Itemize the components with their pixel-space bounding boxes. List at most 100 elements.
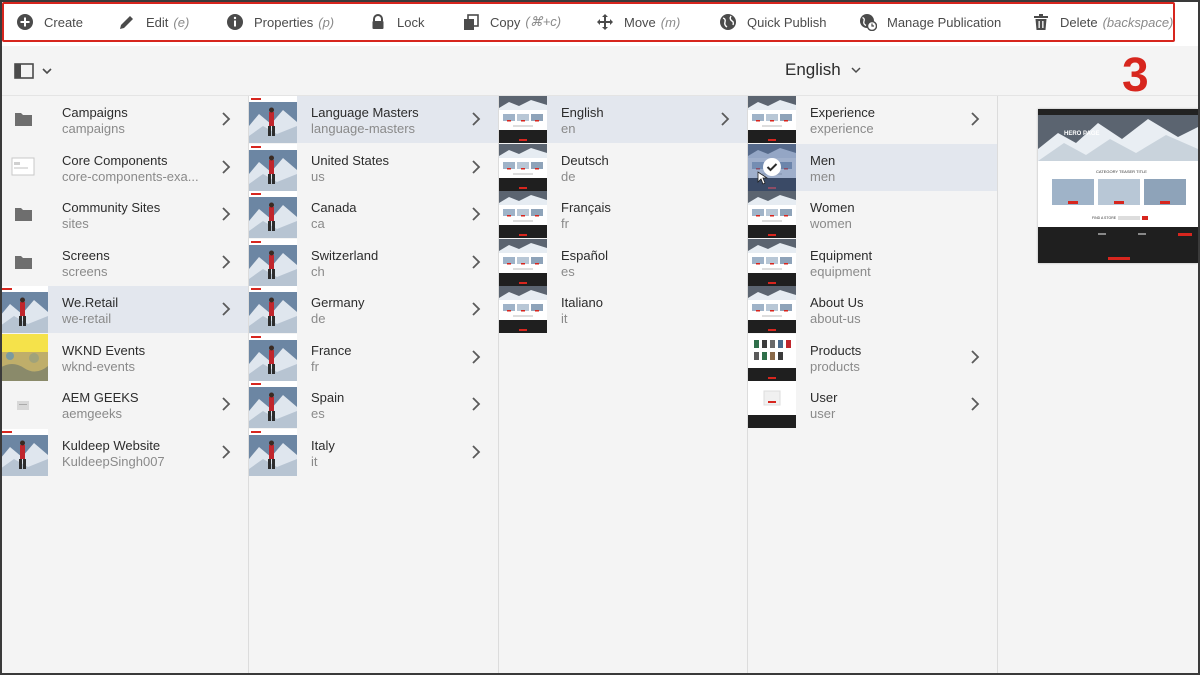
chevron-right-icon[interactable]	[471, 255, 481, 274]
column-item-de[interactable]: Deutsch de	[499, 144, 747, 191]
column-item-fr[interactable]: Français fr	[499, 191, 747, 238]
chevron-right-icon[interactable]	[471, 397, 481, 416]
column-item-about-us[interactable]: About Us about-us	[748, 286, 997, 333]
item-thumbnail[interactable]	[499, 144, 547, 191]
column-item-men[interactable]: Men men	[748, 144, 997, 191]
move-button[interactable]: Move (m)	[596, 10, 680, 34]
item-title: Italy	[311, 438, 335, 453]
column-item-kuldeepsingh007[interactable]: Kuldeep Website KuldeepSingh007	[0, 429, 248, 476]
edit-button[interactable]: Edit (e)	[118, 10, 189, 34]
column-item-fr[interactable]: France fr	[249, 334, 498, 381]
lock-button[interactable]: Lock	[369, 10, 424, 34]
create-button[interactable]: Create	[16, 10, 83, 34]
item-thumbnail[interactable]	[499, 286, 547, 333]
language-selector[interactable]: English	[785, 60, 861, 80]
column-item-core-components-exa[interactable]: Core Components core-components-exa...	[0, 144, 248, 191]
manage-publication-button[interactable]: Manage Publication	[859, 10, 1001, 34]
column-item-equipment[interactable]: Equipment equipment	[748, 239, 997, 286]
chevron-right-icon[interactable]	[471, 207, 481, 226]
chevron-right-icon[interactable]	[221, 445, 231, 464]
chevron-right-icon[interactable]	[221, 207, 231, 226]
item-thumbnail[interactable]	[0, 334, 48, 381]
column-item-de[interactable]: Germany de	[249, 286, 498, 333]
item-name: fr	[561, 216, 569, 231]
column-item-es[interactable]: Spain es	[249, 381, 498, 428]
column-item-ch[interactable]: Switzerland ch	[249, 239, 498, 286]
column-item-sites[interactable]: Community Sites sites	[0, 191, 248, 238]
item-text: About Us about-us	[810, 295, 863, 327]
column-item-aemgeeks[interactable]: AEM GEEKS aemgeeks	[0, 381, 248, 428]
column-item-language-masters[interactable]: Language Masters language-masters	[249, 96, 498, 143]
column-item-it[interactable]: Italiano it	[499, 286, 747, 333]
miller-column-1[interactable]: Campaigns campaigns Core Components core-co…	[0, 96, 249, 675]
chevron-right-icon[interactable]	[221, 112, 231, 131]
item-thumbnail[interactable]	[499, 239, 547, 286]
chevron-right-icon[interactable]	[221, 302, 231, 321]
column-item-campaigns[interactable]: Campaigns campaigns	[0, 96, 248, 143]
chevron-right-icon[interactable]	[221, 255, 231, 274]
chevron-right-icon[interactable]	[221, 160, 231, 179]
rail-toggle-button[interactable]	[14, 63, 52, 79]
column-item-screens[interactable]: Screens screens	[0, 239, 248, 286]
copy-button[interactable]: Copy (⌘+c)	[462, 10, 561, 34]
delete-shortcut: (backspace)	[1102, 14, 1174, 30]
miller-column-4[interactable]: Experience experience Men men Women women Equi…	[748, 96, 998, 675]
item-thumbnail[interactable]	[249, 144, 297, 191]
delete-button[interactable]: Delete (backspace)	[1032, 10, 1173, 34]
chevron-right-icon[interactable]	[720, 112, 730, 131]
chevron-right-icon[interactable]	[471, 112, 481, 131]
item-text: AEM GEEKS aemgeeks	[62, 390, 139, 422]
page-preview-thumbnail[interactable]: HERO PAGE CATEGORY TEASER TITLE FIND A S…	[1038, 109, 1198, 263]
column-item-women[interactable]: Women women	[748, 191, 997, 238]
item-title: About Us	[810, 295, 864, 310]
item-thumbnail[interactable]	[0, 286, 48, 333]
chevron-right-icon[interactable]	[471, 350, 481, 369]
properties-button[interactable]: Properties (p)	[226, 10, 334, 34]
item-thumbnail[interactable]	[249, 239, 297, 286]
miller-column-3[interactable]: English en Deutsch de Français fr Español es Ita…	[499, 96, 748, 675]
item-thumbnail[interactable]	[249, 429, 297, 476]
chevron-right-icon[interactable]	[970, 397, 980, 416]
item-thumbnail[interactable]	[0, 96, 48, 143]
item-thumbnail[interactable]	[748, 191, 796, 238]
item-thumbnail[interactable]	[249, 286, 297, 333]
quick-publish-button[interactable]: Quick Publish	[719, 10, 826, 34]
column-item-wknd-events[interactable]: WKND Events wknd-events	[0, 334, 248, 381]
item-thumbnail[interactable]	[249, 191, 297, 238]
item-thumbnail[interactable]	[499, 96, 547, 143]
item-thumbnail[interactable]	[499, 191, 547, 238]
item-thumbnail[interactable]	[748, 381, 796, 428]
chevron-right-icon[interactable]	[970, 350, 980, 369]
column-item-products[interactable]: Products products	[748, 334, 997, 381]
item-thumbnail[interactable]	[748, 286, 796, 333]
column-item-ca[interactable]: Canada ca	[249, 191, 498, 238]
column-item-we-retail[interactable]: We.Retail we-retail	[0, 286, 248, 333]
action-bar: Create Edit (e) Properties (p) Lock Copy…	[0, 0, 1200, 46]
item-thumbnail[interactable]	[748, 239, 796, 286]
item-thumbnail[interactable]	[0, 239, 48, 286]
item-thumbnail[interactable]	[0, 144, 48, 191]
item-thumbnail[interactable]	[0, 191, 48, 238]
chevron-right-icon[interactable]	[471, 160, 481, 179]
item-thumbnail[interactable]	[0, 381, 48, 428]
column-item-experience[interactable]: Experience experience	[748, 96, 997, 143]
chevron-right-icon[interactable]	[471, 445, 481, 464]
item-thumbnail[interactable]	[748, 144, 796, 191]
chevron-right-icon[interactable]	[970, 112, 980, 131]
column-item-en[interactable]: English en	[499, 96, 747, 143]
item-text: Germany de	[311, 295, 364, 327]
chevron-right-icon[interactable]	[471, 302, 481, 321]
column-item-it[interactable]: Italy it	[249, 429, 498, 476]
item-thumbnail[interactable]	[249, 96, 297, 143]
column-item-user[interactable]: User user	[748, 381, 997, 428]
item-thumbnail[interactable]	[748, 96, 796, 143]
chevron-right-icon[interactable]	[221, 397, 231, 416]
item-thumbnail[interactable]	[249, 334, 297, 381]
item-thumbnail[interactable]	[748, 334, 796, 381]
item-name: user	[810, 406, 836, 421]
item-thumbnail[interactable]	[249, 381, 297, 428]
column-item-es[interactable]: Español es	[499, 239, 747, 286]
item-thumbnail[interactable]	[0, 429, 48, 476]
miller-column-2[interactable]: Language Masters language-masters United S…	[249, 96, 499, 675]
column-item-us[interactable]: United States us	[249, 144, 498, 191]
